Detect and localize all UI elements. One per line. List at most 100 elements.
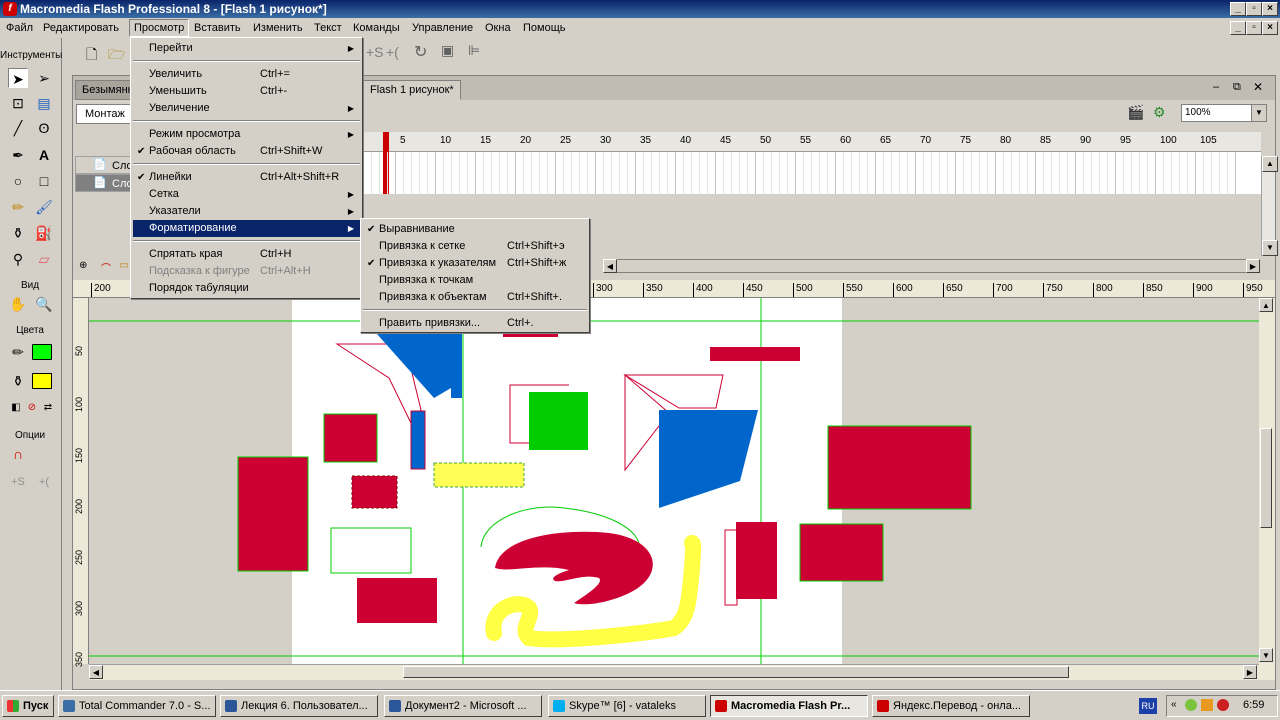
panel-minimize-icon[interactable]: – — [1213, 81, 1219, 93]
menu-text[interactable]: Текст — [310, 19, 346, 37]
straighten-icon[interactable]: +( — [386, 44, 399, 60]
gradient-transform-tool-icon[interactable]: ▤ — [34, 93, 54, 113]
hand-tool-icon[interactable]: ✋ — [8, 294, 28, 314]
taskbar-button[interactable]: Лекция 6. Пользовател... — [220, 695, 378, 717]
hscroll-thumb[interactable] — [403, 666, 1069, 678]
menu-commands[interactable]: Команды — [349, 19, 404, 37]
pencil-tool-icon[interactable]: ✏ — [8, 197, 28, 217]
scroll-right-icon[interactable]: ▶ — [1243, 665, 1257, 679]
subselect-tool-icon[interactable]: ➢ — [34, 68, 54, 88]
edit-scene-icon[interactable]: 🎬 — [1127, 104, 1144, 121]
view-menu-item[interactable]: Уменьшить Ctrl+- — [133, 83, 360, 100]
scene-label[interactable]: Монтаж — [76, 104, 136, 124]
view-menu-item[interactable]: Увеличить Ctrl+= — [133, 66, 360, 83]
stage-work-area[interactable] — [89, 298, 1259, 664]
taskbar-button[interactable]: Яндекс.Перевод - онла... — [872, 695, 1030, 717]
start-button[interactable]: Пуск — [2, 695, 54, 717]
playhead[interactable] — [383, 132, 389, 194]
free-transform-tool-icon[interactable]: ⊡ — [8, 93, 28, 113]
doc-restore-button[interactable]: ▫ — [1246, 21, 1262, 35]
view-menu-item[interactable]: Сетка ▶ — [133, 186, 360, 203]
open-folder-icon[interactable]: 🗁 — [108, 44, 125, 68]
scroll-left-icon[interactable]: ◀ — [89, 665, 103, 679]
add-folder-icon[interactable]: ▭ — [119, 260, 128, 271]
view-menu-item[interactable]: Увеличение ▶ — [133, 100, 360, 117]
panel-close-icon[interactable]: ✕ — [1253, 80, 1263, 94]
panel-restore-icon[interactable]: ⧉ — [1233, 81, 1241, 94]
brush-tool-icon[interactable]: 🖌 — [34, 197, 54, 217]
menu-modify[interactable]: Изменить — [249, 19, 307, 37]
straighten-option-icon[interactable]: +( — [34, 472, 54, 492]
view-menu-item[interactable]: Порядок табуляции — [133, 280, 360, 297]
snap-menu-item[interactable]: Править привязки... Ctrl+. — [363, 315, 587, 332]
view-menu-item[interactable]: Указатели ▶ — [133, 203, 360, 220]
snap-menu-item[interactable]: Привязка к объектам Ctrl+Shift+. — [363, 289, 587, 306]
text-tool-icon[interactable]: A — [34, 145, 54, 165]
zoom-tool-icon[interactable]: 🔍 — [34, 294, 54, 314]
snap-menu-item[interactable]: ✔ Выравнивание — [363, 221, 587, 238]
language-indicator[interactable]: RU — [1139, 698, 1157, 714]
menu-window[interactable]: Окна — [481, 19, 515, 37]
view-menu-item[interactable]: Спрятать края Ctrl+H — [133, 246, 360, 263]
eyedropper-tool-icon[interactable]: ⚲ — [8, 249, 28, 269]
stroke-fill-swatch[interactable] — [32, 344, 52, 360]
snap-magnet-icon[interactable]: ∩ — [8, 444, 28, 464]
timeline-frames[interactable]: 5 10 15 20 25 30 35 40 45 50 55 60 65 70 75 80 85 90 95 100… — [363, 132, 1261, 194]
view-menu-item[interactable]: ✔ Рабочая область Ctrl+Shift+W — [133, 143, 360, 160]
doc-close-button[interactable]: × — [1262, 21, 1278, 35]
taskbar-button[interactable]: Total Commander 7.0 - S... — [58, 695, 216, 717]
oval-tool-icon[interactable]: ○ — [8, 171, 28, 191]
view-menu-item[interactable]: Форматирование ▶ — [133, 220, 360, 237]
zoom-dropdown-icon[interactable]: ▼ — [1251, 105, 1266, 121]
timeline-hscroll[interactable]: ◀ ▶ — [603, 259, 1260, 273]
rectangle-tool-icon[interactable]: □ — [34, 171, 54, 191]
menu-control[interactable]: Управление — [408, 19, 477, 37]
scroll-down-icon[interactable]: ▼ — [1262, 240, 1278, 256]
minimize-button[interactable]: _ — [1230, 2, 1246, 16]
scale-icon[interactable]: ▣ — [441, 42, 454, 59]
skype-tray-icon[interactable] — [1185, 699, 1197, 711]
arrow-tool-icon[interactable]: ➤ — [8, 68, 28, 88]
vscroll-thumb[interactable] — [1260, 428, 1272, 528]
scroll-up-icon[interactable]: ▲ — [1259, 298, 1273, 312]
fill-color-swatch[interactable] — [32, 373, 52, 389]
menu-view[interactable]: Просмотр — [129, 19, 190, 37]
view-menu-item[interactable]: Перейти ▶ — [133, 40, 360, 57]
pen-tool-icon[interactable]: ✒ — [8, 145, 28, 165]
menu-edit[interactable]: Редактировать — [39, 19, 123, 37]
scroll-up-icon[interactable]: ▲ — [1262, 156, 1278, 172]
menu-insert[interactable]: Вставить — [190, 19, 245, 37]
close-button[interactable]: × — [1262, 2, 1278, 16]
line-tool-icon[interactable]: ╱ — [8, 118, 28, 138]
download-tray-icon[interactable] — [1201, 699, 1213, 711]
add-layer-icon[interactable]: ⊕ — [79, 260, 87, 271]
view-menu-item[interactable]: Режим просмотра ▶ — [133, 126, 360, 143]
edit-symbol-icon[interactable]: ⚙ — [1153, 104, 1166, 121]
ink-bottle-tool-icon[interactable]: ⚱ — [8, 223, 28, 243]
taskbar-button[interactable]: Macromedia Flash Pr... — [710, 695, 868, 717]
stage-hscroll[interactable]: ◀ ▶ — [89, 664, 1259, 680]
new-file-icon[interactable]: 🗋 — [86, 44, 97, 68]
tab-flash1[interactable]: Flash 1 рисунок* — [363, 80, 461, 100]
align-icon[interactable]: ⊫ — [468, 42, 480, 59]
scroll-down-icon[interactable]: ▼ — [1259, 648, 1273, 662]
snap-menu-item[interactable]: Привязка к точкам — [363, 272, 587, 289]
eraser-tool-icon[interactable]: ▱ — [34, 249, 54, 269]
smooth-option-icon[interactable]: +S — [8, 472, 28, 492]
stage-canvas[interactable] — [89, 298, 1259, 664]
doc-minimize-button[interactable]: _ — [1230, 21, 1246, 35]
scroll-left-icon[interactable]: ◀ — [603, 259, 617, 273]
stage-vscroll[interactable]: ▲ ▼ — [1259, 298, 1275, 680]
lasso-tool-icon[interactable]: ʘ — [34, 118, 54, 138]
view-menu-item[interactable]: ✔ Линейки Ctrl+Alt+Shift+R — [133, 169, 360, 186]
flash-app-icon[interactable]: f — [3, 2, 17, 16]
rotate-icon[interactable]: ↻ — [414, 42, 427, 62]
taskbar-button[interactable]: Документ2 - Microsoft ... — [384, 695, 542, 717]
menu-file[interactable]: Файл — [2, 19, 37, 37]
maximize-button[interactable]: ▫ — [1246, 2, 1262, 16]
tray-expand-icon[interactable]: « — [1171, 699, 1177, 710]
swap-colors-icon[interactable]: ⇄ — [38, 398, 58, 418]
timeline-vscroll[interactable]: ▲ ▼ — [1261, 156, 1278, 256]
menu-help[interactable]: Помощь — [519, 19, 570, 37]
add-guide-icon[interactable]: ⌒ — [101, 260, 111, 275]
